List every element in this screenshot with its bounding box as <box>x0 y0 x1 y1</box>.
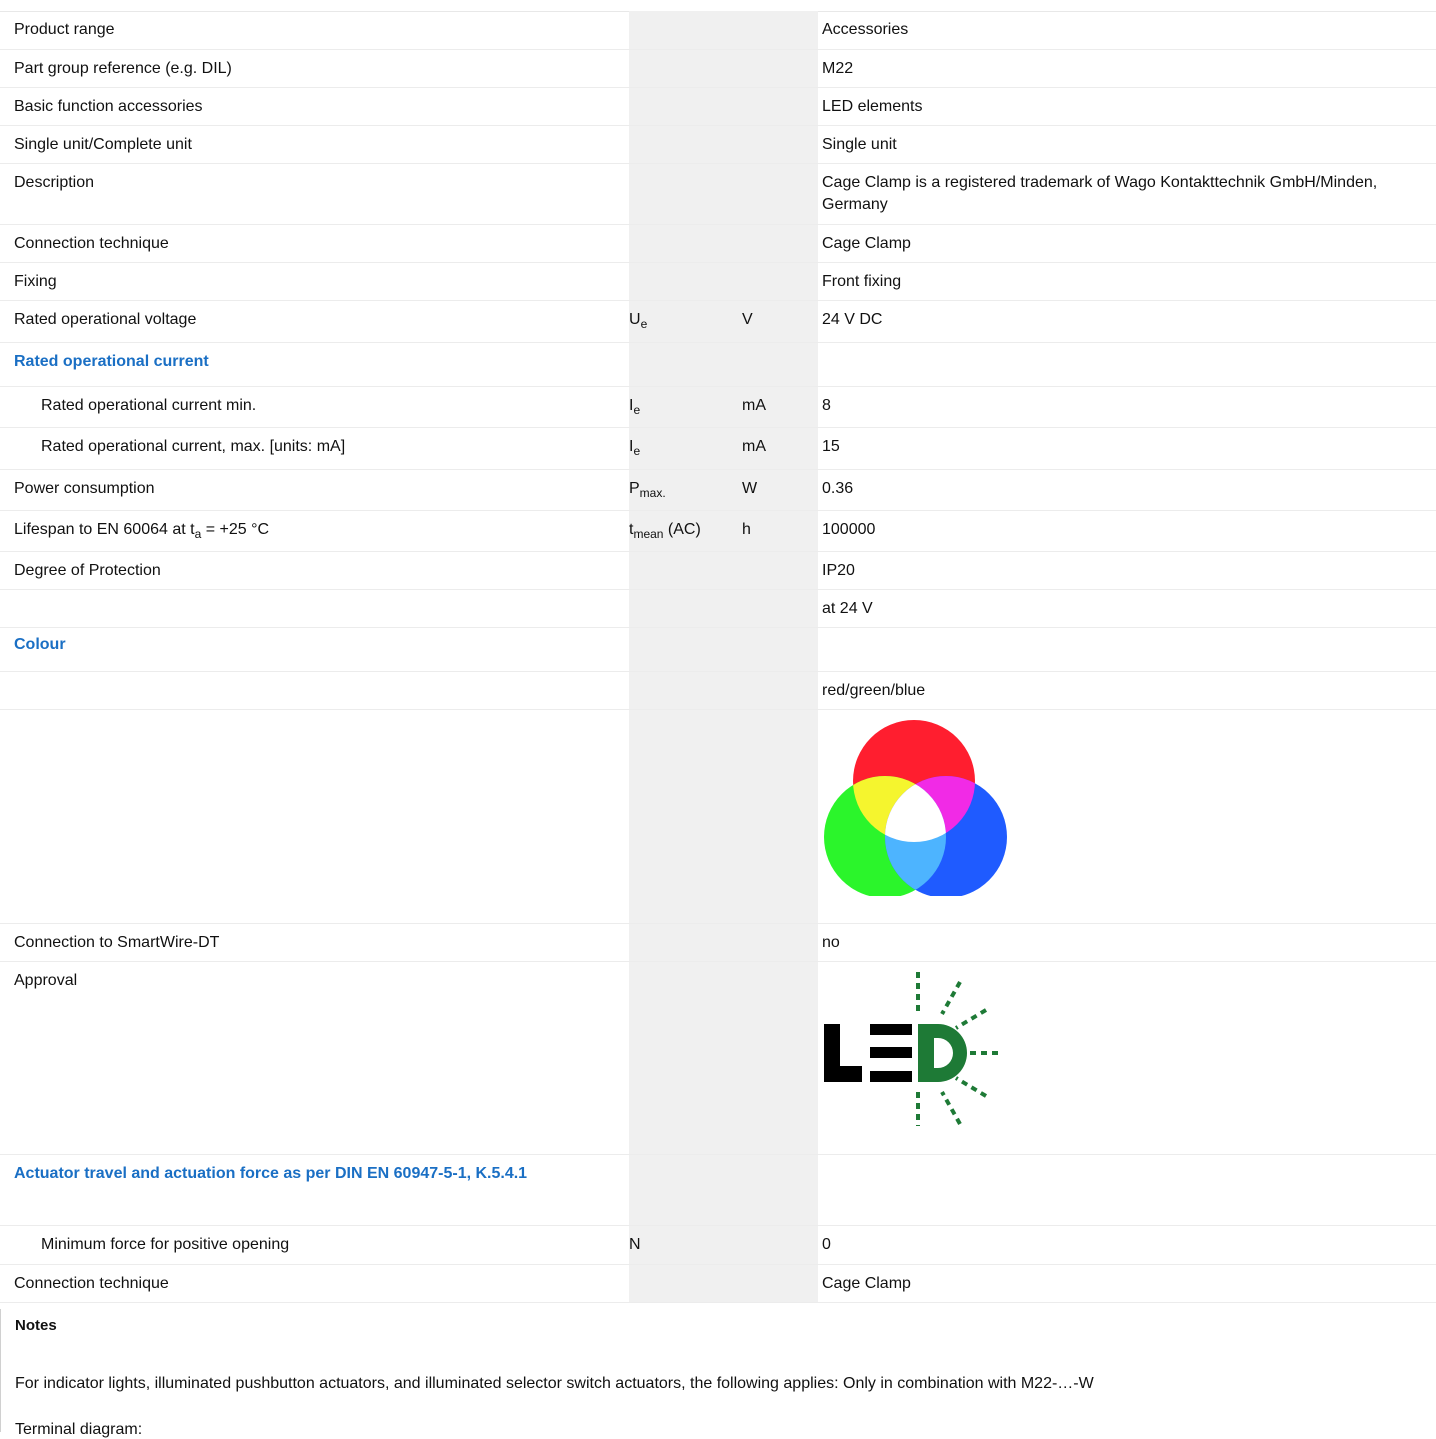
row-label: Connection technique <box>0 1264 629 1303</box>
table-row: at 24 V <box>0 589 1436 628</box>
row-unit: mA <box>742 427 818 470</box>
row-symbol: Ie <box>629 427 742 470</box>
table-row: Rated operational current min. Ie mA 8 <box>0 386 1436 428</box>
row-unit: V <box>742 300 818 343</box>
row-label: Description <box>0 163 629 225</box>
section-heading: Rated operational current <box>0 342 629 387</box>
row-value: M22 <box>818 49 1436 88</box>
row-label: Degree of Protection <box>0 551 629 590</box>
table-row: Basic function accessories LED elements <box>0 87 1436 126</box>
row-value: Cage Clamp is a registered trademark of … <box>818 163 1436 225</box>
row-value: 24 V DC <box>818 300 1436 343</box>
row-value: IP20 <box>818 551 1436 590</box>
led-logo-icon <box>822 968 1002 1128</box>
row-value: Cage Clamp <box>818 224 1436 263</box>
section-heading: Colour <box>0 627 629 672</box>
row-label: Rated operational current min. <box>0 386 629 428</box>
row-unit: h <box>742 510 818 552</box>
row-label: Rated operational current, max. [units: … <box>0 427 629 470</box>
row-label: Basic function accessories <box>0 87 629 126</box>
row-symbol: Ue <box>629 300 742 343</box>
notes-text: For indicator lights, illuminated pushbu… <box>15 1375 1094 1392</box>
table-row: Connection technique Cage Clamp <box>0 1264 1436 1303</box>
row-value: Front fixing <box>818 262 1436 301</box>
row-value: at 24 V <box>818 589 1436 628</box>
row-label: Power consumption <box>0 469 629 511</box>
table-row: Minimum force for positive opening N 0 <box>0 1225 1436 1265</box>
row-unit: mA <box>742 386 818 428</box>
row-value: Accessories <box>818 11 1436 50</box>
row-label: Rated operational voltage <box>0 300 629 343</box>
table-row: Rated operational voltage Ue V 24 V DC <box>0 300 1436 343</box>
row-value: 0.36 <box>818 469 1436 511</box>
table-row: Connection to SmartWire-DT no <box>0 923 1436 962</box>
section-heading: Actuator travel and actuation force as p… <box>0 1154 629 1226</box>
row-label: Lifespan to EN 60064 at ta = +25 °C <box>0 510 629 552</box>
rgb-color-circles-icon <box>822 716 1012 898</box>
row-label: Fixing <box>0 262 629 301</box>
row-label: Part group reference (e.g. DIL) <box>0 49 629 88</box>
table-row: Lifespan to EN 60064 at ta = +25 °C tmea… <box>0 510 1436 552</box>
row-label: Single unit/Complete unit <box>0 125 629 164</box>
section-row: Colour <box>0 627 1436 672</box>
row-label: Connection to SmartWire-DT <box>0 923 629 962</box>
row-label: Connection technique <box>0 224 629 263</box>
row-value: 100000 <box>818 510 1436 552</box>
row-value: Single unit <box>818 125 1436 164</box>
section-row: Actuator travel and actuation force as p… <box>0 1154 1436 1226</box>
row-label: Minimum force for positive opening <box>0 1225 629 1265</box>
approval-image-cell <box>818 961 1436 1155</box>
row-value: 15 <box>818 427 1436 470</box>
row-symbol: N <box>629 1225 742 1265</box>
table-row: red/green/blue <box>0 671 1436 710</box>
row-symbol: tmean (AC) <box>629 510 742 552</box>
row-value: no <box>818 923 1436 962</box>
notes-title: Notes <box>15 1317 57 1334</box>
table-row: Power consumption Pmax. W 0.36 <box>0 469 1436 511</box>
row-label: Approval <box>0 961 629 1155</box>
table-row: Connection technique Cage Clamp <box>0 224 1436 263</box>
colour-image-cell <box>818 709 1436 924</box>
notes-section: Notes For indicator lights, illuminated … <box>0 1309 1436 1438</box>
terminal-diagram-label: Terminal diagram: <box>15 1421 143 1438</box>
row-value: red/green/blue <box>818 671 1436 710</box>
table-row: Part group reference (e.g. DIL) M22 <box>0 49 1436 88</box>
table-row: Single unit/Complete unit Single unit <box>0 125 1436 164</box>
row-symbol: Ie <box>629 386 742 428</box>
row-label: Product range <box>0 11 629 50</box>
table-row: Fixing Front fixing <box>0 262 1436 301</box>
row-value: 8 <box>818 386 1436 428</box>
row-label <box>0 671 629 710</box>
row-value: LED elements <box>818 87 1436 126</box>
row-symbol: Pmax. <box>629 469 742 511</box>
table-row: Approval <box>0 961 1436 1155</box>
row-label <box>0 589 629 628</box>
row-unit: W <box>742 469 818 511</box>
spec-table: Product range Accessories Part group ref… <box>0 11 1436 1303</box>
table-row <box>0 709 1436 924</box>
table-row: Degree of Protection IP20 <box>0 551 1436 590</box>
row-value: Cage Clamp <box>818 1264 1436 1303</box>
table-row: Rated operational current, max. [units: … <box>0 427 1436 470</box>
row-value: 0 <box>818 1225 1436 1265</box>
table-row: Product range Accessories <box>0 11 1436 50</box>
table-row: Description Cage Clamp is a registered t… <box>0 163 1436 225</box>
section-row: Rated operational current <box>0 342 1436 387</box>
